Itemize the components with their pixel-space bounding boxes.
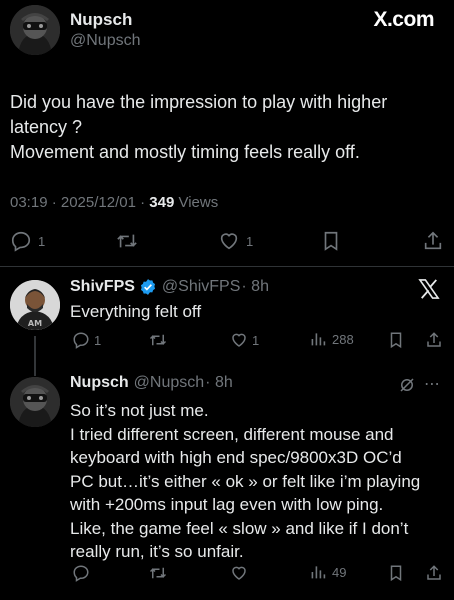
grok-icon[interactable] [398,376,416,399]
reply-header: Nupsch @Nupsch · 8h [70,374,233,392]
tweet-text-line: latency ? [10,117,83,137]
reply-count: 1 [38,233,46,249]
reply-age[interactable]: · 8h [241,278,269,296]
bookmark-icon [388,331,404,349]
views-count: 288 [332,331,354,347]
reply-text-line: keyboard with high end spec/9800x3D OC’d [70,448,402,467]
handle[interactable]: @Nupsch [134,374,205,392]
avatar-nupsch[interactable] [10,5,60,55]
retweet-icon [148,331,168,349]
views-button[interactable]: 288 [310,331,354,347]
avatar-image [10,377,60,427]
bookmark-button[interactable] [388,564,404,582]
svg-text:AM: AM [28,319,42,328]
reply-icon [72,331,90,349]
reply-icon [72,564,90,582]
x-com-logo[interactable]: X.com [373,8,434,32]
reply-text-line: So it’s not just me. [70,401,209,420]
heart-icon [218,230,240,252]
reply-text-line: with +200ms input lag even with low ping… [70,495,384,514]
handle[interactable]: @ShivFPS [162,278,240,296]
heart-icon [230,331,248,349]
retweet-button[interactable] [148,564,168,582]
share-icon [425,564,443,582]
tweet-text-line: Movement and mostly timing feels really … [10,142,360,162]
views-label: Views [174,194,219,211]
like-button[interactable]: 1 [218,230,253,252]
thread-line [34,336,36,376]
reply-count: 1 [94,332,102,348]
retweet-icon [148,564,168,582]
reply-button[interactable]: 1 [72,331,101,349]
retweet-button[interactable] [115,230,139,252]
avatar-image [10,5,60,55]
views-count: 49 [332,564,347,580]
reply-button[interactable] [72,564,90,582]
bookmark-button[interactable] [388,331,404,349]
views-count: 349 [149,194,175,211]
bookmark-icon [321,230,341,252]
avatar-nupsch[interactable] [10,377,60,427]
display-name[interactable]: Nupsch [70,374,129,392]
analytics-icon [310,564,326,580]
share-button[interactable] [422,230,444,252]
display-name[interactable]: ShivFPS [70,278,135,296]
like-button[interactable]: 1 [230,331,259,349]
tweet-text: Did you have the impression to play with… [10,90,450,165]
reply-text-line: PC but…it’s either « ok » or felt like i… [70,471,421,491]
reply-text-line: really run, it’s so unfair. [70,542,244,561]
more-options-icon[interactable]: ⋯ [424,374,441,394]
avatar-image: AM [10,280,60,330]
share-icon [422,230,444,252]
like-count: 1 [252,332,260,348]
reply-header: ShivFPS @ShivFPS · 8h [70,278,269,296]
share-button[interactable] [425,564,443,582]
reply-text-line: I tried different screen, different mous… [70,424,394,444]
divider [0,266,454,267]
reply-icon [10,230,32,252]
heart-icon [230,564,248,582]
retweet-icon [115,230,139,252]
handle[interactable]: @Nupsch [70,32,141,50]
share-button[interactable] [425,331,443,349]
share-icon [425,331,443,349]
bookmark-button[interactable] [321,230,341,252]
display-name[interactable]: Nupsch [70,10,132,30]
x-logo-icon[interactable] [418,279,440,304]
views-button[interactable]: 49 [310,564,346,580]
avatar-shivfps[interactable]: AM [10,280,60,330]
reply-text-line: Like, the game feel « slow » and like if… [70,518,409,538]
reply-text: So it’s not just me. I tried different s… [70,399,450,564]
tweet-timestamp[interactable]: 03:19 · 2025/12/01 · [10,194,149,211]
analytics-icon [310,331,326,347]
reply-age[interactable]: · 8h [205,374,233,392]
like-count: 1 [246,233,254,249]
reply-button[interactable]: 1 [10,230,45,252]
retweet-button[interactable] [148,331,168,349]
like-button[interactable] [230,564,248,582]
tweet-meta: 03:19 · 2025/12/01 · 349 Views [10,194,218,211]
reply-text: Everything felt off [70,302,202,321]
verified-badge-icon [139,278,157,296]
bookmark-icon [388,564,404,582]
tweet-text-line: Did you have the impression to play with… [10,92,388,112]
